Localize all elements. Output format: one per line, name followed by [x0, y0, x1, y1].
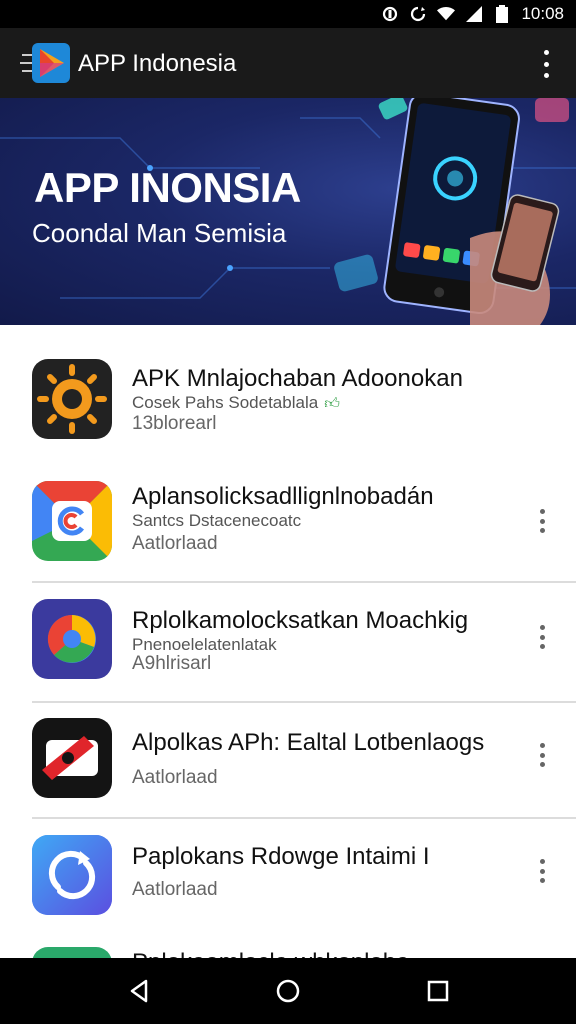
battery-icon	[493, 5, 511, 23]
app-title: APP Indonesia	[78, 50, 237, 77]
app-meta: 13blorearl	[132, 413, 217, 434]
app-indonesia-logo-icon[interactable]	[20, 41, 72, 85]
app-meta: A9hlrisarl	[132, 653, 212, 674]
banner-title: APP INONSIA	[34, 164, 301, 211]
recents-icon[interactable]	[423, 976, 453, 1006]
navigation-bar	[0, 958, 576, 1024]
more-options-icon[interactable]	[536, 509, 548, 533]
clock: 10:08	[521, 4, 564, 23]
app-subtitle: Cosek Pahs Sodetablala 👍︎	[132, 393, 340, 413]
app-meta: Aatlorlaad	[132, 879, 218, 900]
chrome-swirl-icon	[32, 599, 112, 679]
app-title: Paplokans Rdowge Intaimi I	[132, 843, 430, 870]
app-subtitle: Pnenoelelatenlatak	[132, 635, 277, 654]
list-item[interactable]: APK Mnlajochaban Adoonokan Cosek Pahs So…	[0, 325, 576, 445]
app-meta: Aatlorlaad	[132, 767, 218, 788]
overflow-menu-icon[interactable]	[534, 50, 558, 78]
app-title: Rplolkamolocksatkan Moachkig	[132, 607, 469, 634]
app-title: Alpolkas APh: Ealtal Lotbenlaogs	[132, 729, 485, 756]
wifi-icon	[437, 5, 456, 23]
status-bar: 10:08	[0, 0, 576, 28]
app-bar: APP Indonesia	[0, 28, 576, 98]
blue-sync-icon	[32, 835, 112, 915]
google-c-icon	[32, 481, 112, 561]
list-item[interactable]: Paplokans Rdowge Intaimi I Aatlorlaad	[0, 819, 576, 939]
cellular-signal-icon	[465, 5, 483, 23]
list-item[interactable]: Rplolkamolocksatkan Moachkig Pnenoelelat…	[0, 585, 576, 703]
home-icon[interactable]	[273, 976, 303, 1006]
list-item[interactable]: Alpolkas APh: Ealtal Lotbenlaogs Aatlorl…	[0, 703, 576, 819]
app-meta: Aatlorlaad	[132, 533, 218, 554]
app-subtitle: Santcs Dstacenecoatc	[132, 511, 302, 530]
app-title: APK Mnlajochaban Adoonokan	[132, 365, 463, 392]
divider	[32, 581, 576, 583]
back-icon[interactable]	[124, 976, 154, 1006]
banner-subtitle: Coondal Man Semisia	[32, 218, 287, 248]
sync-icon	[409, 5, 427, 23]
thumbs-up-verified-icon: 👍︎	[324, 395, 340, 412]
list-item[interactable]: Aplansolicksadllignlnobadán Santcs Dstac…	[0, 445, 576, 585]
more-options-icon[interactable]	[536, 859, 548, 883]
more-options-icon[interactable]	[536, 743, 548, 767]
red-flag-icon	[32, 718, 112, 798]
app-developer: Cosek Pahs Sodetablala	[132, 393, 319, 412]
more-options-icon[interactable]	[536, 625, 548, 649]
data-saver-icon	[381, 5, 399, 23]
app-title: Aplansolicksadllignlnobadán	[132, 483, 434, 510]
orange-sun-icon	[32, 359, 112, 439]
promo-banner[interactable]: APP INONSIA Coondal Man Semisia	[0, 98, 576, 325]
